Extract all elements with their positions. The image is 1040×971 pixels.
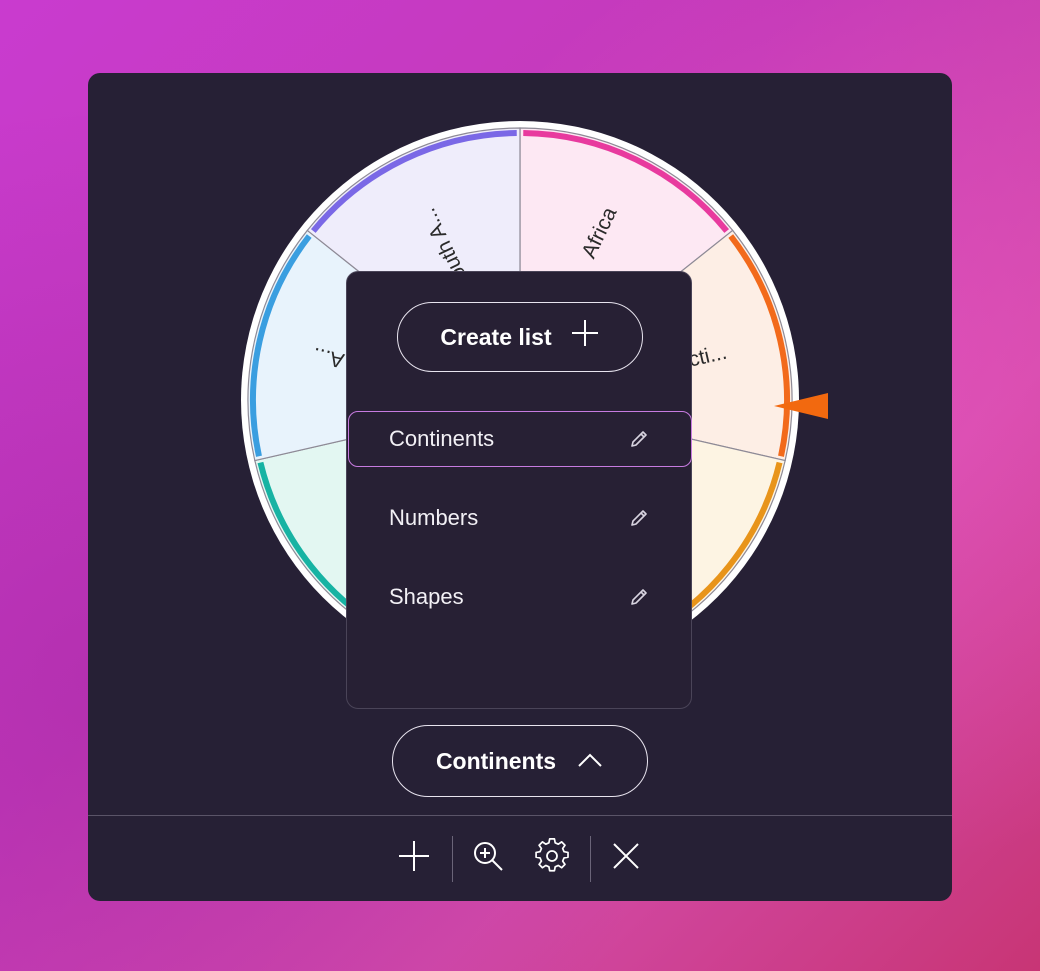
toolbar-separator xyxy=(452,836,453,882)
settings-button[interactable] xyxy=(530,836,574,880)
wheel-pointer-icon xyxy=(774,393,828,419)
list-item-label: Shapes xyxy=(389,584,464,609)
list-item-numbers[interactable]: Numbers xyxy=(349,490,691,546)
zoom-in-icon xyxy=(471,839,505,878)
create-list-label: Create list xyxy=(440,323,552,350)
add-button[interactable] xyxy=(392,836,436,880)
toolbar-separator xyxy=(590,836,591,882)
plus-icon xyxy=(570,318,600,354)
close-icon xyxy=(611,841,641,876)
pencil-icon[interactable] xyxy=(627,585,651,609)
bottom-toolbar xyxy=(88,816,952,901)
list-selector-label: Continents xyxy=(435,747,557,774)
pencil-icon[interactable] xyxy=(627,506,651,530)
plus-icon xyxy=(397,839,431,878)
zoom-in-button[interactable] xyxy=(466,836,510,880)
gear-icon xyxy=(534,837,570,879)
chevron-up-icon xyxy=(576,748,604,775)
list-item-label: Numbers xyxy=(389,505,479,530)
list-item-shapes[interactable]: Shapes xyxy=(349,569,691,625)
list-dropdown: Create list Continents Numbers Shapes xyxy=(346,271,692,709)
create-list-button[interactable]: Create list xyxy=(397,302,643,372)
list-selector-button[interactable]: Continents xyxy=(392,725,648,797)
list-item-continents[interactable]: Continents xyxy=(348,411,692,467)
list-item-label: Continents xyxy=(389,426,495,451)
close-button[interactable] xyxy=(604,836,648,880)
wheel-panel: AfricaAntarcti...AsiaAustraliaEuropeNort… xyxy=(88,73,952,901)
pencil-icon[interactable] xyxy=(627,427,651,451)
